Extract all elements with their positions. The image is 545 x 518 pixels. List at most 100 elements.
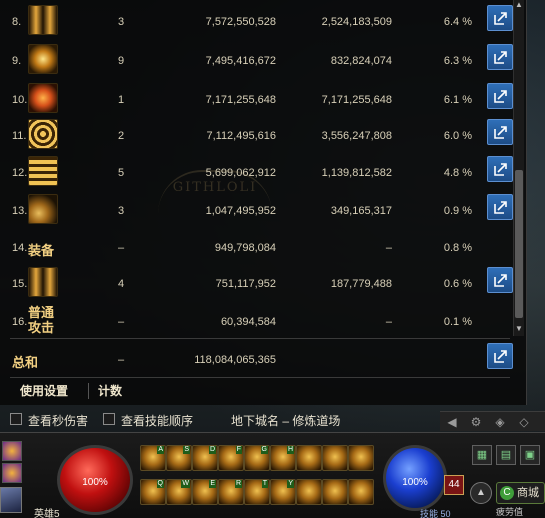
skill-row: 16. 普通 攻击 – 60,394,584 – 0.1 % [0,302,512,340]
hit-count: – [118,316,125,328]
share-button[interactable] [487,343,513,369]
skill-slot[interactable] [322,445,348,471]
skill-slot[interactable]: F [218,445,244,471]
buff-icon [2,463,22,483]
hit-count: 2 [118,130,125,142]
hotkey-label: G [260,446,268,454]
average-damage: 832,824,074 [330,55,392,67]
damage-percent: 0.8 % [443,242,472,254]
chevron-icon[interactable]: ◇ [516,414,532,430]
summary-row: 总和 – 118,084,065,365 [0,340,513,378]
share-button[interactable] [487,267,513,293]
share-button[interactable] [487,119,513,145]
tab-divider [88,383,89,399]
share-icon [494,350,507,363]
scroll-down-icon[interactable]: ▼ [515,325,523,333]
hotkey-label: T [261,480,268,488]
share-icon [494,51,507,64]
inventory-icon[interactable]: ▤ [496,445,516,465]
scrollbar[interactable]: ▲ ▼ [513,0,524,336]
hp-percent: 100% [82,477,108,488]
damage-percent: 0.9 % [443,205,472,217]
show-dps-label[interactable]: 查看秒伤害 [28,412,88,429]
coin-icon: C [500,486,514,500]
skill-slot[interactable]: G [244,445,270,471]
map-icon[interactable]: ▣ [520,445,540,465]
skill-slot[interactable]: W [166,479,192,505]
share-button[interactable] [487,156,513,182]
summary-total: 118,084,065,365 [194,354,276,366]
hotkey-label: H [286,446,294,454]
damage-percent: 6.4 % [443,16,472,28]
claw-slash-skill-icon [28,5,58,35]
tab-count[interactable]: 计数 [98,379,122,403]
summary-label: 总和 [12,355,39,370]
fire-orb-skill-icon [28,83,58,113]
arrow-left-icon[interactable]: ◀ [444,414,460,430]
hit-count: 4 [118,278,125,290]
share-button[interactable] [487,44,513,70]
skill-slot[interactable]: H [270,445,296,471]
skill-points-label: 技能 [420,509,439,518]
skill-slot[interactable] [296,479,322,505]
hotkey-label: R [234,480,242,488]
skill-slot[interactable] [348,445,374,471]
share-icon [494,163,507,176]
skill-row: 8. 3 7,572,550,528 2,524,183,509 6.4 % [0,2,513,40]
share-icon [494,126,507,139]
summary-hits: – [118,354,125,366]
level-badge: 44 [444,475,464,495]
hotkey-label: D [208,446,216,454]
skill-slot[interactable]: S [166,445,192,471]
hotkey-label: W [181,480,190,488]
scroll-up-icon[interactable]: ▲ [515,1,523,9]
share-button[interactable] [487,83,513,109]
dungeon-name: 地下城名 – 修炼道场 [231,414,341,428]
show-order-label[interactable]: 查看技能顺序 [121,412,193,429]
tornado-skill-icon [28,267,58,297]
average-damage: 3,556,247,808 [321,130,392,142]
skill-slot[interactable]: T [244,479,270,505]
share-icon [494,274,507,287]
skill-slot[interactable]: R [218,479,244,505]
skill-slot[interactable] [348,479,374,505]
arrow-up-icon[interactable]: ▲ [470,482,492,504]
shield-icon[interactable]: ◈ [492,414,508,430]
shop-button[interactable]: C 商城 [496,482,545,504]
skill-slot[interactable] [296,445,322,471]
gear-icon[interactable]: ⚙ [468,414,484,430]
average-damage: – [385,316,392,328]
hit-count: 3 [118,16,125,28]
average-damage: – [385,242,392,254]
skill-row: 9. 9 7,495,416,672 832,824,074 6.3 % [0,41,513,79]
average-damage: 187,779,488 [330,278,392,290]
skill-slot[interactable] [322,479,348,505]
skill-points-value: 50 [440,509,451,518]
skill-points: 技能 50 [420,507,451,518]
skill-slot[interactable]: A [140,445,166,471]
tab-usage-settings[interactable]: 使用设置 [20,379,68,403]
hit-count: 1 [118,94,125,106]
skill-row: 15. 4 751,117,952 187,779,488 0.6 % [0,264,513,302]
show-dps-checkbox[interactable] [10,413,22,425]
share-button[interactable] [487,5,513,31]
buff-icon [2,441,22,461]
skill-row: 10. 1 7,171,255,648 7,171,255,648 6.1 % [0,80,513,118]
mini-toolbar: ◀ ⚙ ◈ ◇ [440,411,545,431]
fatigue-label: 疲劳值 [496,507,524,517]
hotkey-label: F [235,446,242,454]
show-order-checkbox[interactable] [103,413,115,425]
skill-slot[interactable]: Y [270,479,296,505]
skill-slot[interactable]: E [192,479,218,505]
avatar[interactable] [0,487,22,513]
shop-label: 商城 [517,487,539,499]
average-damage: 7,171,255,648 [321,94,392,106]
shadow-strike-skill-icon [28,194,58,224]
scroll-thumb[interactable] [515,170,523,318]
hit-count: 9 [118,55,125,67]
menu-grid-icon[interactable]: ▦ [472,445,492,465]
skill-row: 12. 5 5,699,062,912 1,139,812,582 4.8 % [0,153,513,191]
skill-slot[interactable]: D [192,445,218,471]
share-button[interactable] [487,194,513,220]
skill-slot[interactable]: Q [140,479,166,505]
